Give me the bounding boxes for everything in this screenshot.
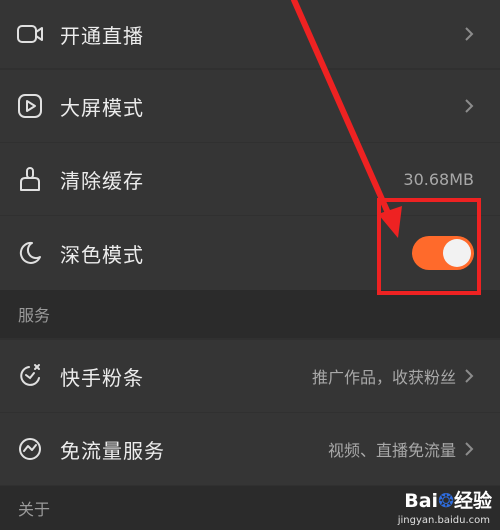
annotation-arrow: [291, 0, 402, 238]
watermark-brand: Bai❂经验: [404, 490, 492, 512]
paw-logo-icon: ❂: [438, 490, 454, 512]
watermark: Bai❂经验 jingyan.baidu.com: [372, 486, 492, 526]
watermark-url: jingyan.baidu.com: [397, 515, 490, 526]
